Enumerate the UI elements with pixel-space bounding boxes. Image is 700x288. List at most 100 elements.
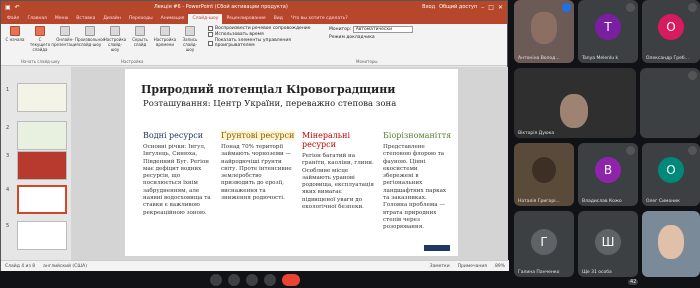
- label: Произвольное слайд-шоу: [75, 37, 105, 47]
- minimize-icon[interactable]: –: [481, 4, 484, 11]
- participant-name: Владислав Кожо: [582, 199, 622, 204]
- label: Настройка времени: [153, 37, 177, 47]
- avatar: T: [595, 14, 621, 40]
- group-label: Начать слайд-шоу: [21, 59, 60, 64]
- presenter-view-checkbox[interactable]: Режим докладчика: [329, 35, 413, 40]
- camera-icon[interactable]: [228, 274, 240, 286]
- online-present-button[interactable]: Онлайн-презентация: [51, 26, 79, 47]
- participant-tile[interactable]: В Владислав Кожо: [578, 143, 638, 206]
- tab-review[interactable]: Рецензирование: [222, 14, 269, 24]
- from-current-button[interactable]: С текущего слайда: [29, 26, 51, 52]
- more-participants-tile[interactable]: Ш Ще 31 особа: [578, 211, 638, 277]
- participant-tile[interactable]: Г Галина Панченко: [514, 211, 574, 277]
- setup-show-button[interactable]: Настройка слайд-шоу: [104, 26, 126, 52]
- column-heading: Біорізноманіття: [383, 131, 452, 140]
- water-column: Водні ресурси Основні річки: Інгул, Інгу…: [143, 131, 213, 217]
- group-label: Настройка: [121, 59, 144, 64]
- tab-slideshow[interactable]: Слайд-шоу: [188, 14, 223, 24]
- slide-thumbnails: 1 2 3 4 5: [1, 67, 71, 260]
- tab-file[interactable]: Файл: [3, 14, 23, 24]
- undo-icon[interactable]: ↶: [15, 4, 20, 11]
- participant-tile[interactable]: Вікторія Дуюка: [514, 68, 636, 138]
- more-participants-label: Ще 31 особа: [582, 270, 612, 275]
- slide-title: Природний потенціал Кіровоградщини: [141, 83, 396, 96]
- language-indicator[interactable]: английский (США): [43, 264, 87, 269]
- label: Настройка слайд-шоу: [103, 37, 127, 52]
- tab-design[interactable]: Дизайн: [99, 14, 124, 24]
- tab-view[interactable]: Вид: [270, 14, 287, 24]
- close-icon[interactable]: ✕: [498, 4, 503, 11]
- self-view-tile[interactable]: [642, 211, 700, 277]
- slide-thumbnail[interactable]: [17, 121, 67, 150]
- custom-show-icon: [85, 26, 95, 36]
- slide-canvas: Природний потенціал Кіровоградщини Розта…: [71, 67, 508, 260]
- monitor-label: Монитор:: [329, 27, 352, 32]
- participant-tile[interactable]: T Tanya Melenlu k: [578, 0, 638, 63]
- tab-menu[interactable]: Меню: [51, 14, 72, 24]
- speaking-icon: [562, 3, 571, 12]
- tab-home[interactable]: Главная: [23, 14, 50, 24]
- zoom-level[interactable]: 89%: [495, 264, 505, 269]
- login-link[interactable]: Вход: [422, 4, 435, 10]
- comments-button[interactable]: Примечания: [458, 264, 487, 269]
- tell-me-search[interactable]: Что вы хотите сделать?: [287, 14, 352, 24]
- participant-tile[interactable]: [640, 68, 700, 138]
- media-controls-checkbox[interactable]: Показать элементы управления проигрывате…: [208, 38, 316, 48]
- label: Показать элементы управления проигрывате…: [214, 38, 291, 48]
- play-icon: [10, 26, 20, 36]
- slide-thumbnail[interactable]: [17, 221, 67, 250]
- slide-subtitle: Розташування: Центр України, переважно с…: [143, 99, 397, 109]
- participant-name: Галина Панченко: [518, 270, 560, 275]
- participant-tile[interactable]: Антоніна Волод...: [514, 0, 574, 63]
- slide-number: 1: [6, 87, 10, 93]
- slide-number: 4: [6, 187, 10, 193]
- from-beginning-button[interactable]: С начала: [4, 26, 26, 42]
- record-show-button[interactable]: Запись слайд-шоу: [179, 26, 201, 52]
- participant-tile[interactable]: О Олександр Греб...: [642, 0, 700, 63]
- tab-insert[interactable]: Вставка: [72, 14, 99, 24]
- mic-icon[interactable]: [210, 274, 222, 286]
- leave-call-button[interactable]: [282, 274, 300, 286]
- slide-thumbnail[interactable]: [17, 83, 67, 112]
- participant-name: Наталія Григорі...: [518, 199, 560, 204]
- tab-animation[interactable]: Анимация: [157, 14, 189, 24]
- slide-thumbnail[interactable]: [17, 151, 67, 180]
- avatar: О: [658, 157, 684, 183]
- tab-transitions[interactable]: Переходы: [125, 14, 157, 24]
- label: С начала: [5, 37, 25, 42]
- mic-off-icon: [688, 71, 697, 80]
- column-body: Представлене степовою флорою та фауною. …: [383, 144, 447, 231]
- participant-tile[interactable]: Наталія Григорі...: [514, 143, 574, 206]
- save-icon[interactable]: ▣: [5, 4, 11, 11]
- avatar: В: [595, 157, 621, 183]
- share-button[interactable]: Общий доступ: [439, 4, 477, 10]
- participant-grid: Антоніна Волод... T Tanya Melenlu k О Ол…: [510, 0, 700, 288]
- participant-tile[interactable]: О Олег Симоник: [642, 143, 700, 206]
- checkbox-icon: [208, 40, 213, 46]
- powerpoint-window: ▣ ↶ Лекція #6 - PowerPoint (Сбой активац…: [0, 0, 509, 271]
- notes-button[interactable]: Заметки: [430, 264, 450, 269]
- present-icon[interactable]: [264, 274, 276, 286]
- slide-counter: Слайд 4 из 8: [5, 263, 36, 269]
- maximize-icon[interactable]: □: [488, 4, 494, 11]
- slide-thumbnail-selected[interactable]: [17, 185, 67, 214]
- participant-name: Олег Симоник: [646, 199, 680, 204]
- soil-column: Ґрунтові ресурси Понад 70% території зай…: [221, 131, 295, 202]
- hide-slide-button[interactable]: Скрыть слайд: [129, 26, 151, 47]
- label: Запись слайд-шоу: [182, 37, 198, 52]
- label: Скрыть слайд: [132, 37, 148, 47]
- captions-icon[interactable]: [246, 274, 258, 286]
- timings-checkbox[interactable]: Использовать время: [208, 32, 316, 37]
- participant-name: Олександр Греб...: [646, 56, 689, 61]
- label: Использовать время: [215, 32, 264, 37]
- rehearse-timings-button[interactable]: Настройка времени: [154, 26, 176, 47]
- setup-checkboxes: Воспроизвести речевое сопровождение Испо…: [208, 26, 316, 48]
- monitor-select[interactable]: Автоматически: [352, 26, 413, 33]
- current-slide[interactable]: Природний потенціал Кіровоградщини Розта…: [125, 69, 458, 256]
- participant-count[interactable]: 42: [628, 279, 639, 285]
- timer-icon: [160, 26, 170, 36]
- checkbox-icon: [208, 32, 213, 37]
- column-heading: Водні ресурси: [143, 131, 204, 140]
- narration-checkbox[interactable]: Воспроизвести речевое сопровождение: [208, 26, 316, 31]
- custom-show-button[interactable]: Произвольное слайд-шоу: [75, 26, 105, 47]
